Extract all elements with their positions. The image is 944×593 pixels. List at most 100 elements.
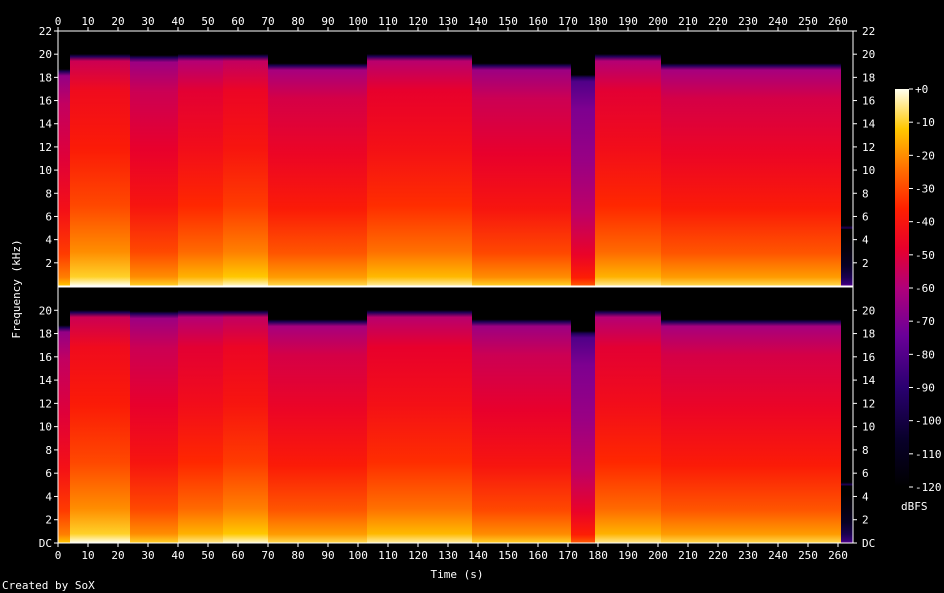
x-tick-label-bottom: 230 — [738, 549, 758, 562]
spectrum-segment — [661, 287, 841, 543]
x-tick-label-bottom: 140 — [468, 549, 488, 562]
y-tick-label-left: 4 — [45, 234, 52, 247]
spectrum-segment — [178, 287, 223, 543]
x-tick-label-top: 70 — [261, 15, 274, 28]
y-tick-label-right: 20 — [862, 304, 875, 317]
spectrum-segment — [178, 31, 223, 286]
colorbar-tick-label: -40 — [915, 216, 935, 229]
x-tick-label-top: 160 — [528, 15, 548, 28]
colorbar-tick-label: -70 — [915, 315, 935, 328]
colorbar-tick-label: -120 — [915, 481, 942, 494]
y-tick-label-right: 14 — [862, 118, 876, 131]
x-tick-label-top: 180 — [588, 15, 608, 28]
spectrum-segment — [223, 31, 268, 286]
y-tick-label-left: 22 — [39, 25, 52, 38]
spectrum-segment — [571, 31, 595, 286]
y-tick-label-left: 2 — [45, 257, 52, 270]
y-tick-label-left: DC — [39, 537, 52, 550]
y-tick-label-left: 20 — [39, 48, 52, 61]
colorbar-gradient — [895, 89, 909, 487]
x-tick-label-top: 110 — [378, 15, 398, 28]
y-tick-label-left: 16 — [39, 351, 52, 364]
x-tick-label-bottom: 150 — [498, 549, 518, 562]
y-tick-label-right: 20 — [862, 48, 875, 61]
y-tick-label-right: 10 — [862, 164, 875, 177]
plot-bottom — [57, 286, 854, 544]
x-tick-label-bottom: 110 — [378, 549, 398, 562]
colorbar-tick-label: -100 — [915, 415, 942, 428]
y-tick-label-right: 16 — [862, 351, 875, 364]
x-tick-label-bottom: 200 — [648, 549, 668, 562]
x-tick-label-top: 20 — [111, 15, 124, 28]
y-tick-label-left: 14 — [39, 118, 53, 131]
x-ticks-bottom: 0 10 20 30 40 50 60 70 80 90 100 110 120 130 140 150 160… — [55, 543, 848, 562]
x-tick-label-bottom: 130 — [438, 549, 458, 562]
y-tick-label-right: 22 — [862, 25, 875, 38]
y-axis-label: Frequency (kHz) — [10, 239, 23, 338]
spectrum-segment — [268, 287, 367, 543]
x-tick-label-bottom: 100 — [348, 549, 368, 562]
x-tick-label-top: 150 — [498, 15, 518, 28]
colorbar-tick-label: +0 — [915, 83, 928, 96]
spectrum-segment — [841, 31, 853, 286]
x-tick-label-bottom: 30 — [141, 549, 154, 562]
x-tick-label-top: 0 — [55, 15, 62, 28]
x-tick-label-bottom: 120 — [408, 549, 428, 562]
x-tick-label-top: 40 — [171, 15, 184, 28]
colorbar-ticks: +0 -10 -20 -30 -40 -50 -60 -70 -80 -90 -100 -110 -12… — [909, 83, 942, 494]
spectrum-segment — [58, 287, 70, 543]
y-tick-label-left: 8 — [45, 444, 52, 457]
x-tick-label-top: 190 — [618, 15, 638, 28]
x-tick-label-top: 90 — [321, 15, 334, 28]
y-tick-label-right: 2 — [862, 514, 869, 527]
y-tick-label-right: 6 — [862, 210, 869, 223]
x-tick-label-top: 170 — [558, 15, 578, 28]
x-tick-label-bottom: 160 — [528, 549, 548, 562]
x-tick-label-bottom: 60 — [231, 549, 244, 562]
x-tick-label-top: 200 — [648, 15, 668, 28]
colorbar-label: dBFS — [901, 500, 928, 513]
y-tick-label-left: 20 — [39, 304, 52, 317]
colorbar-tick-label: -90 — [915, 382, 935, 395]
x-tick-label-bottom: 220 — [708, 549, 728, 562]
spectrum-segment — [571, 287, 595, 543]
x-tick-label-bottom: 180 — [588, 549, 608, 562]
y-tick-label-right: DC — [862, 537, 875, 550]
y-tick-label-left: 12 — [39, 141, 52, 154]
x-tick-label-top: 240 — [768, 15, 788, 28]
y-tick-label-left: 6 — [45, 210, 52, 223]
x-tick-label-bottom: 210 — [678, 549, 698, 562]
y-ticks-bottom-left: DC 2 4 6 8 10 12 14 16 18 20 — [39, 304, 58, 550]
x-tick-label-bottom: 40 — [171, 549, 184, 562]
y-ticks-bottom-right: DC 2 4 6 8 10 12 14 16 18 20 — [853, 304, 876, 550]
x-tick-label-top: 50 — [201, 15, 214, 28]
colorbar-tick-label: -50 — [915, 249, 935, 262]
spectrum-segment — [130, 287, 178, 543]
y-tick-label-right: 18 — [862, 71, 875, 84]
x-tick-label-top: 80 — [291, 15, 304, 28]
y-tick-label-left: 10 — [39, 164, 52, 177]
y-tick-label-left: 18 — [39, 328, 52, 341]
y-tick-label-left: 10 — [39, 421, 52, 434]
spectrum-segment — [367, 287, 472, 543]
y-tick-label-left: 8 — [45, 187, 52, 200]
x-tick-label-top: 220 — [708, 15, 728, 28]
y-tick-label-left: 6 — [45, 467, 52, 480]
x-tick-label-bottom: 260 — [828, 549, 848, 562]
spectrogram-chart: 0 10 20 30 40 50 60 70 80 90 100 110 120 130 140 150 160… — [2, 15, 942, 592]
spectrum-segment — [70, 31, 130, 286]
colorbar-tick-label: -60 — [915, 282, 935, 295]
y-tick-label-right: 8 — [862, 444, 869, 457]
x-tick-label-bottom: 10 — [81, 549, 94, 562]
colorbar-tick-label: -10 — [915, 116, 935, 129]
x-tick-label-bottom: 0 — [55, 549, 62, 562]
x-tick-label-top: 10 — [81, 15, 94, 28]
spectrum-segment — [130, 31, 178, 286]
y-ticks-top-right: 2 4 6 8 10 12 14 16 18 20 22 — [853, 25, 876, 270]
spectrum-segment — [472, 287, 571, 543]
spectrum-segment — [268, 31, 367, 286]
y-tick-label-left: 12 — [39, 397, 52, 410]
x-tick-label-top: 250 — [798, 15, 818, 28]
x-tick-label-bottom: 80 — [291, 549, 304, 562]
spectrum-segment — [367, 31, 472, 286]
